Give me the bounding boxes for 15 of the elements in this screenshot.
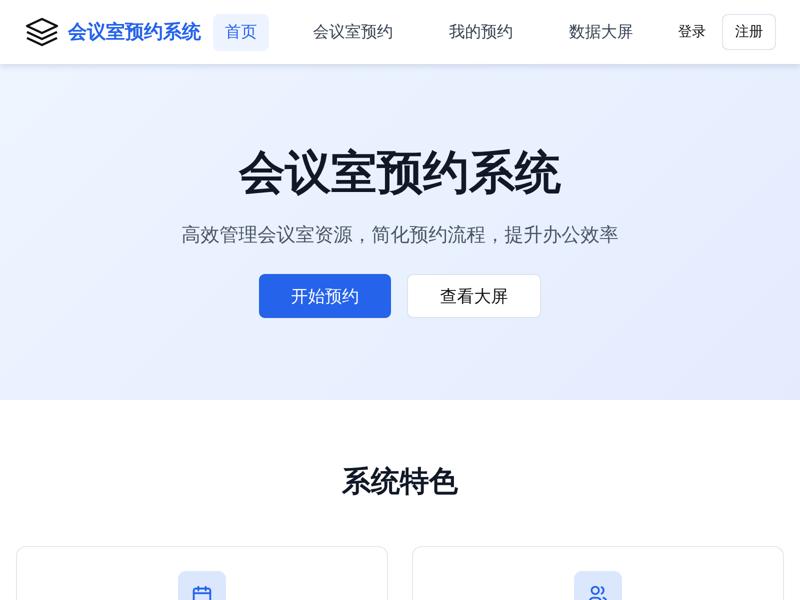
- hero-subtitle: 高效管理会议室资源，简化预约流程，提升办公效率: [182, 223, 618, 248]
- start-booking-button[interactable]: 开始预约: [259, 274, 391, 318]
- view-dashboard-button[interactable]: 查看大屏: [407, 274, 541, 318]
- nav-link[interactable]: 我的预约: [437, 14, 525, 50]
- nav-link[interactable]: 数据大屏: [557, 14, 645, 50]
- layers-icon: [24, 16, 60, 48]
- users-icon: [587, 584, 609, 600]
- hero-title: 会议室预约系统: [239, 144, 561, 201]
- nav-link[interactable]: 会议室预约: [301, 14, 405, 50]
- nav-link[interactable]: 首页: [213, 14, 269, 50]
- register-button[interactable]: 注册: [722, 14, 776, 50]
- brand-title[interactable]: 会议室预约系统: [68, 19, 201, 45]
- calendar-icon: [191, 584, 213, 600]
- section-title: 系统特色: [340, 463, 459, 500]
- login-link[interactable]: 登录: [678, 23, 706, 41]
